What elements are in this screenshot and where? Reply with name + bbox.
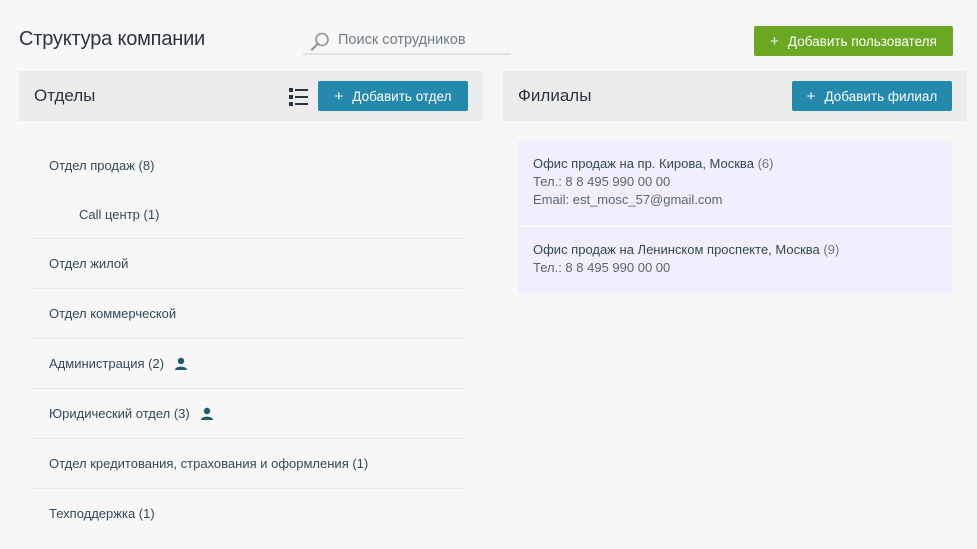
department-item[interactable]: Администрация (2) [33,338,466,388]
department-label: Отдел продаж (8) [49,157,155,173]
branches-title: Филиалы [518,86,592,105]
department-label: Юридический отдел (3) [49,406,190,421]
add-branch-button[interactable]: + Добавить филиал [792,81,952,111]
department-label: Отдел кредитования, страхования и оформл… [49,456,369,471]
department-label: Отдел жилой [49,256,129,271]
add-user-button[interactable]: + Добавить пользователя [754,26,953,56]
plus-icon: + [806,87,816,105]
branch-name: Офис продаж на пр. Кирова, Москва [533,156,754,171]
page: Структура компании + Добавить пользовате… [0,0,977,549]
department-subitem[interactable]: Call центр (1) [33,190,466,238]
branch-count: (6) [757,156,774,171]
department-label: Отдел коммерческой [49,306,177,321]
department-item[interactable]: Юридический отдел (3) [33,388,466,438]
department-item[interactable]: Техподдержка (1) [33,488,466,538]
add-department-button[interactable]: + Добавить отдел [318,81,468,111]
department-list: Отдел продаж (8) Call центр (1) Отдел жи… [33,140,466,538]
branch-name-line: Офис продаж на Ленинском проспекте, Моск… [533,241,937,259]
branch-count: (9) [823,242,840,257]
departments-header: Отделы + Добавить отдел [19,71,483,121]
page-title: Структура компании [19,28,206,50]
plus-icon: + [770,32,779,50]
departments-title: Отделы [34,86,96,105]
department-item[interactable]: Отдел коммерческой [33,288,466,338]
branch-card[interactable]: Офис продаж на пр. Кирова, Москва (6) Те… [518,141,952,225]
branch-phone: Тел.: 8 8 495 990 00 00 [533,260,671,275]
add-user-label: Добавить пользователя [787,33,937,49]
person-icon [200,407,213,420]
search-icon [310,32,329,51]
add-department-label: Добавить отдел [352,88,452,104]
branches-header: Филиалы + Добавить филиал [503,71,967,121]
department-item[interactable]: Отдел жилой [33,238,466,288]
branch-name-line: Офис продаж на пр. Кирова, Москва (6) [533,155,937,173]
branch-name: Офис продаж на Ленинском проспекте, Моск… [533,242,820,257]
branch-card[interactable]: Офис продаж на Ленинском проспекте, Моск… [518,227,952,293]
plus-icon: + [334,87,344,105]
department-label: Техподдержка (1) [49,506,155,521]
department-item[interactable]: Отдел кредитования, страхования и оформл… [33,438,466,488]
search-input[interactable] [338,29,508,51]
branch-phone: Тел.: 8 8 495 990 00 00 [533,174,671,189]
person-icon [175,357,188,370]
employee-search[interactable] [303,27,511,55]
department-label: Call центр (1) [79,206,160,222]
branch-email: Email: est_mosc_57@gmail.com [533,192,723,207]
list-view-icon[interactable] [289,88,308,106]
department-label: Администрация (2) [49,356,165,371]
add-branch-label: Добавить филиал [824,88,938,104]
department-item[interactable]: Отдел продаж (8) [33,140,466,190]
